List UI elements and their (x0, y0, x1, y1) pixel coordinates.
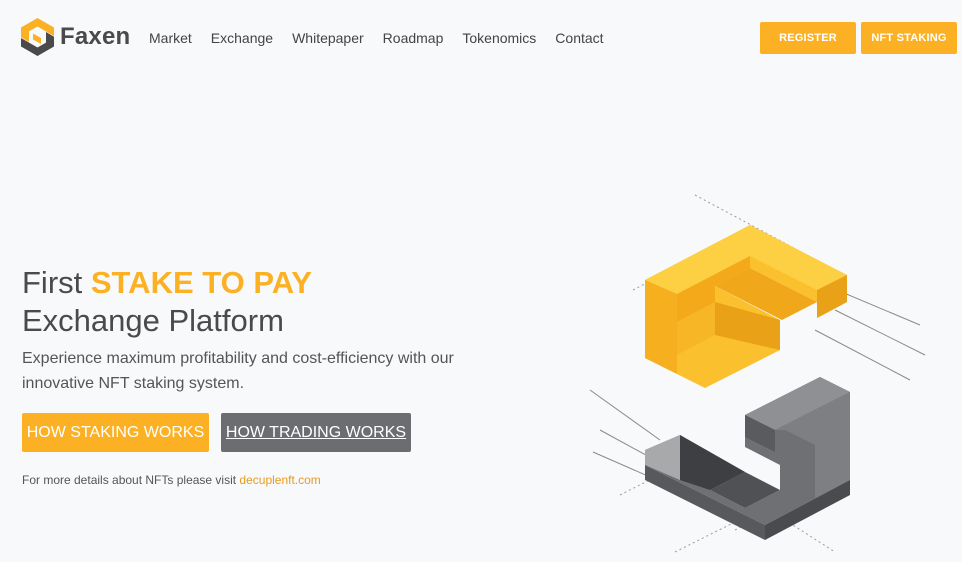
nft-details-note: For more details about NFTs please visit… (22, 473, 321, 487)
hero-title-prefix: First (22, 265, 91, 300)
nav-item-exchange[interactable]: Exchange (211, 30, 273, 46)
main-nav: Market Exchange Whitepaper Roadmap Token… (149, 30, 623, 46)
isometric-f-blocks-illustration (589, 194, 926, 553)
hero-subtitle: Experience maximum profitability and cos… (22, 350, 454, 392)
nav-item-roadmap[interactable]: Roadmap (383, 30, 444, 46)
nav-item-whitepaper[interactable]: Whitepaper (292, 30, 364, 46)
how-trading-works-button[interactable]: HOW TRADING WORKS (221, 413, 411, 452)
register-button[interactable]: REGISTER (760, 22, 856, 54)
nav-item-tokenomics[interactable]: Tokenomics (462, 30, 536, 46)
logo-text: Faxen (60, 23, 131, 50)
how-staking-works-button[interactable]: HOW STAKING WORKS (22, 413, 209, 452)
logo[interactable]: Faxen (21, 18, 130, 56)
hero-title-line2: Exchange Platform (22, 303, 284, 338)
note-text: For more details about NFTs please visit (22, 473, 240, 487)
nav-item-contact[interactable]: Contact (555, 30, 603, 46)
nft-staking-button[interactable]: NFT STAKING (861, 22, 957, 54)
nav-item-market[interactable]: Market (149, 30, 192, 46)
site-header: Faxen Market Exchange Whitepaper Roadmap… (0, 0, 962, 76)
faxen-logo-icon (21, 18, 54, 56)
decuplenft-link[interactable]: decuplenft.com (239, 473, 320, 487)
hero-title-accent: STAKE TO PAY (90, 265, 312, 300)
hero-title: First STAKE TO PAY Exchange Platform (22, 264, 312, 340)
